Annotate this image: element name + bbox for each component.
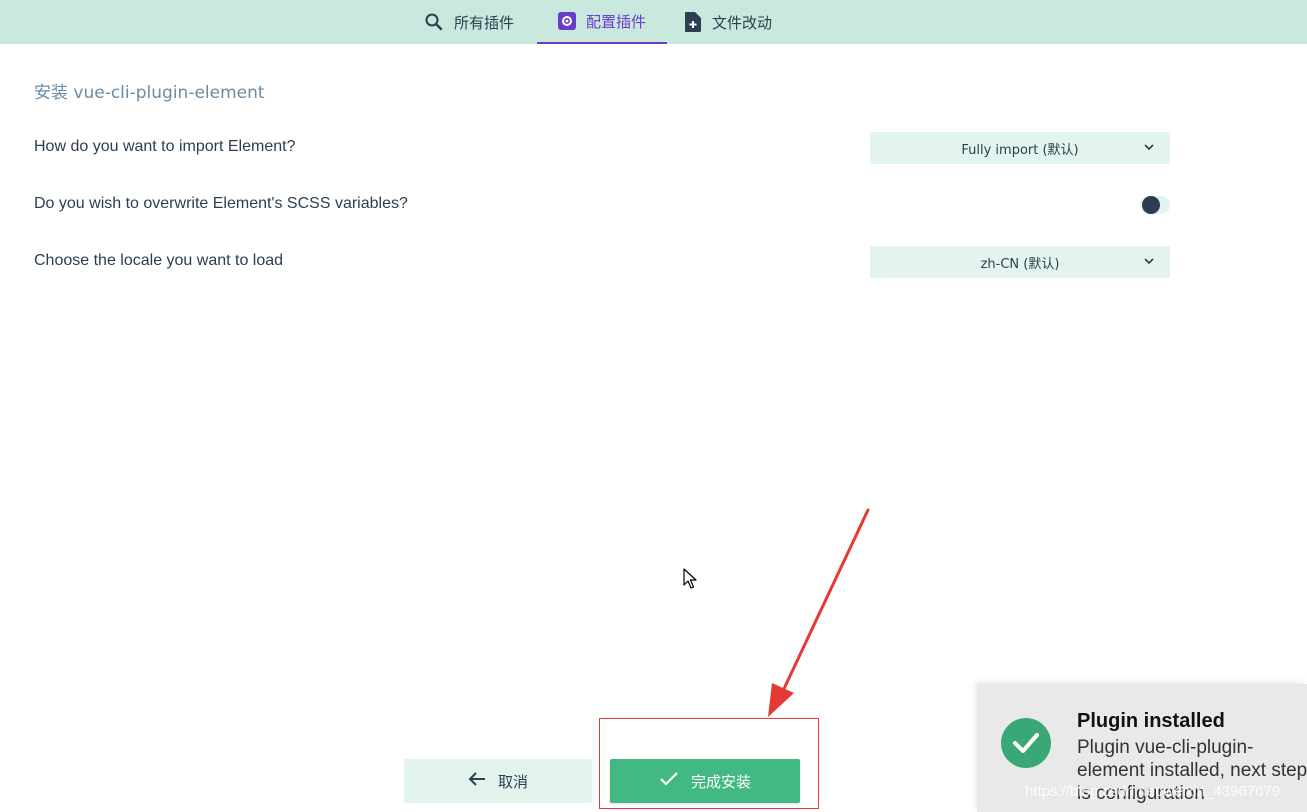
prompt-locale-label: Choose the locale you want to load <box>34 252 284 269</box>
toast-title: Plugin installed <box>1077 710 1225 732</box>
annotation-arrow-icon <box>760 505 875 720</box>
watermark-text: https://blog.csdn.net/weixin_43967679 <box>1025 783 1281 800</box>
tab-label: 文件改动 <box>712 13 773 32</box>
settings-icon <box>557 12 576 30</box>
top-tab-bar: 所有插件 配置插件 文件改动 <box>0 0 1307 44</box>
search-icon <box>424 12 444 32</box>
tab-configure-plugin[interactable]: 配置插件 <box>537 0 667 44</box>
tab-all-plugins[interactable]: 所有插件 <box>424 0 534 44</box>
finish-button-label: 完成安装 <box>690 772 751 791</box>
prompt-import-label: How do you want to import Element? <box>34 138 296 155</box>
arrow-left-icon <box>468 771 486 791</box>
finish-install-button[interactable]: 完成安装 <box>610 759 800 803</box>
page-title: 安装 vue-cli-plugin-element <box>34 83 265 103</box>
select-value: Fully import (默认) <box>961 142 1079 158</box>
prompt-scss-label: Do you wish to overwrite Element's SCSS … <box>34 195 408 212</box>
locale-select[interactable]: zh-CN (默认) <box>870 246 1170 278</box>
mouse-cursor-icon <box>683 568 699 590</box>
tab-label: 所有插件 <box>454 13 515 32</box>
cancel-button-label: 取消 <box>497 772 528 791</box>
tab-label: 配置插件 <box>585 12 646 31</box>
import-mode-select[interactable]: Fully import (默认) <box>870 132 1170 164</box>
file-add-icon <box>684 12 702 32</box>
toggle-knob <box>1142 196 1160 214</box>
scss-overwrite-toggle[interactable] <box>1140 196 1170 214</box>
success-check-icon <box>1001 718 1051 768</box>
chevron-down-icon <box>1144 140 1154 158</box>
chevron-down-icon <box>1144 254 1154 272</box>
check-icon <box>659 771 679 791</box>
cancel-button[interactable]: 取消 <box>404 759 592 803</box>
select-value: zh-CN (默认) <box>980 256 1060 272</box>
tab-file-changes[interactable]: 文件改动 <box>684 0 794 44</box>
